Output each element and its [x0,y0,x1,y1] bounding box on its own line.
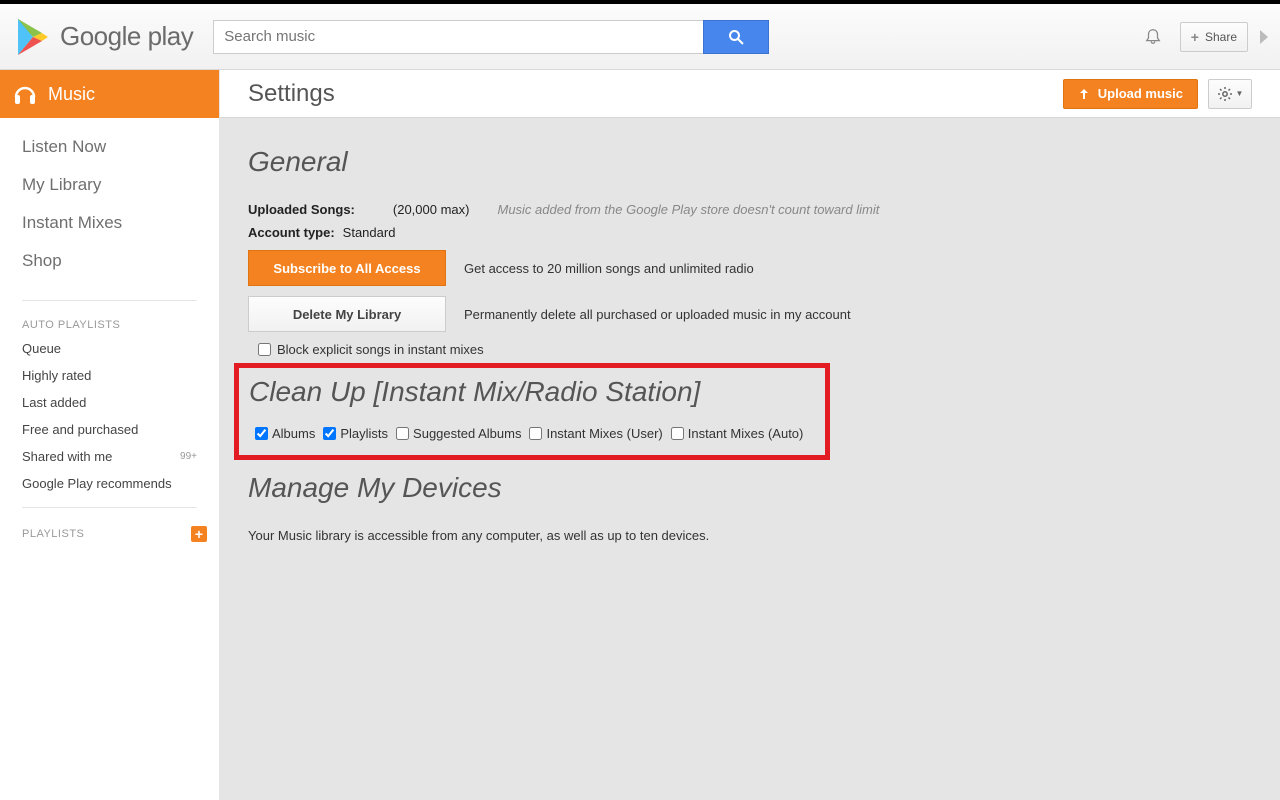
logo-text: Google play [60,21,193,52]
headphones-icon [12,81,38,107]
search-input[interactable] [213,20,703,54]
cleanup-opt-albums[interactable]: Albums [255,426,315,441]
devices-desc: Your Music library is accessible from an… [248,528,1252,543]
play-icon [16,18,50,56]
auto-item-last-added[interactable]: Last added [0,389,219,416]
share-button[interactable]: + Share [1180,22,1248,52]
nav-instant-mixes[interactable]: Instant Mixes [22,204,197,242]
cleanup-opt-auto-mixes[interactable]: Instant Mixes (Auto) [671,426,804,441]
uploaded-label: Uploaded Songs: [248,202,355,217]
nav-my-library[interactable]: My Library [22,166,197,204]
shared-badge: 99+ [180,451,197,462]
cleanup-opt-playlists[interactable]: Playlists [323,426,388,441]
cleanup-opt-user-mixes[interactable]: Instant Mixes (User) [529,426,662,441]
cleanup-chk-user-mixes[interactable] [529,427,542,440]
upload-icon [1078,88,1090,100]
cleanup-chk-playlists[interactable] [323,427,336,440]
uploaded-hint: Music added from the Google Play store d… [497,202,879,217]
cleanup-chk-albums[interactable] [255,427,268,440]
uploaded-songs-row: Uploaded Songs: (20,000 max) Music added… [248,202,1252,217]
auto-item-shared[interactable]: Shared with me 99+ [0,443,219,470]
plus-icon: + [1191,29,1199,45]
auto-item-highly-rated[interactable]: Highly rated [0,362,219,389]
auto-item-free-purchased[interactable]: Free and purchased [0,416,219,443]
delete-hint: Permanently delete all purchased or uplo… [464,307,851,322]
caret-down-icon: ▼ [1236,89,1244,98]
delete-library-button[interactable]: Delete My Library [248,296,446,332]
search-icon [728,29,744,45]
cleanup-chk-auto-mixes[interactable] [671,427,684,440]
divider [22,507,197,508]
cleanup-heading: Clean Up [Instant Mix/Radio Station] [249,376,815,408]
gear-icon [1217,86,1233,102]
playlists-label: PLAYLISTS [22,528,84,540]
divider [22,300,197,301]
auto-playlists-label: AUTO PLAYLISTS [0,311,219,335]
devices-heading: Manage My Devices [248,472,1252,504]
general-heading: General [248,146,1252,178]
nav-shop[interactable]: Shop [22,242,197,280]
share-arrow-icon [1260,30,1268,44]
add-playlist-button[interactable]: + [191,526,207,542]
auto-item-recommends[interactable]: Google Play recommends [0,470,219,497]
share-label: Share [1205,30,1237,44]
block-explicit-checkbox[interactable] [258,343,271,356]
main-content: Settings Upload music ▼ General Upload [220,70,1280,800]
top-bar: Google play + Share [0,0,1280,70]
cleanup-chk-suggested[interactable] [396,427,409,440]
search-button[interactable] [703,20,769,54]
cleanup-opt-suggested[interactable]: Suggested Albums [396,426,521,441]
cleanup-highlight-box: Clean Up [Instant Mix/Radio Station] Alb… [234,363,830,460]
sidebar: Music Listen Now My Library Instant Mixe… [0,70,220,800]
subscribe-hint: Get access to 20 million songs and unlim… [464,261,754,276]
settings-gear-button[interactable]: ▼ [1208,79,1252,109]
account-type-row: Account type: Standard [248,225,1252,240]
music-label: Music [48,84,95,105]
block-explicit-label: Block explicit songs in instant mixes [277,342,484,357]
google-play-logo[interactable]: Google play [16,18,193,56]
notifications-icon[interactable] [1144,28,1162,46]
top-right-actions: + Share [1144,22,1264,52]
account-type-value: Standard [343,225,396,240]
upload-music-button[interactable]: Upload music [1063,79,1198,109]
nav-listen-now[interactable]: Listen Now [22,128,197,166]
account-type-label: Account type: [248,225,335,240]
page-title: Settings [248,80,335,108]
search-container [213,20,769,54]
sidebar-music-header[interactable]: Music [0,70,219,118]
subscribe-button[interactable]: Subscribe to All Access [248,250,446,286]
title-bar: Settings Upload music ▼ [220,70,1280,118]
nav-list: Listen Now My Library Instant Mixes Shop [0,118,219,290]
uploaded-max: (20,000 max) [393,202,470,217]
cleanup-options: Albums Playlists Suggested Albums Instan… [249,426,815,441]
playlists-row: PLAYLISTS + [0,518,219,550]
auto-item-queue[interactable]: Queue [0,335,219,362]
